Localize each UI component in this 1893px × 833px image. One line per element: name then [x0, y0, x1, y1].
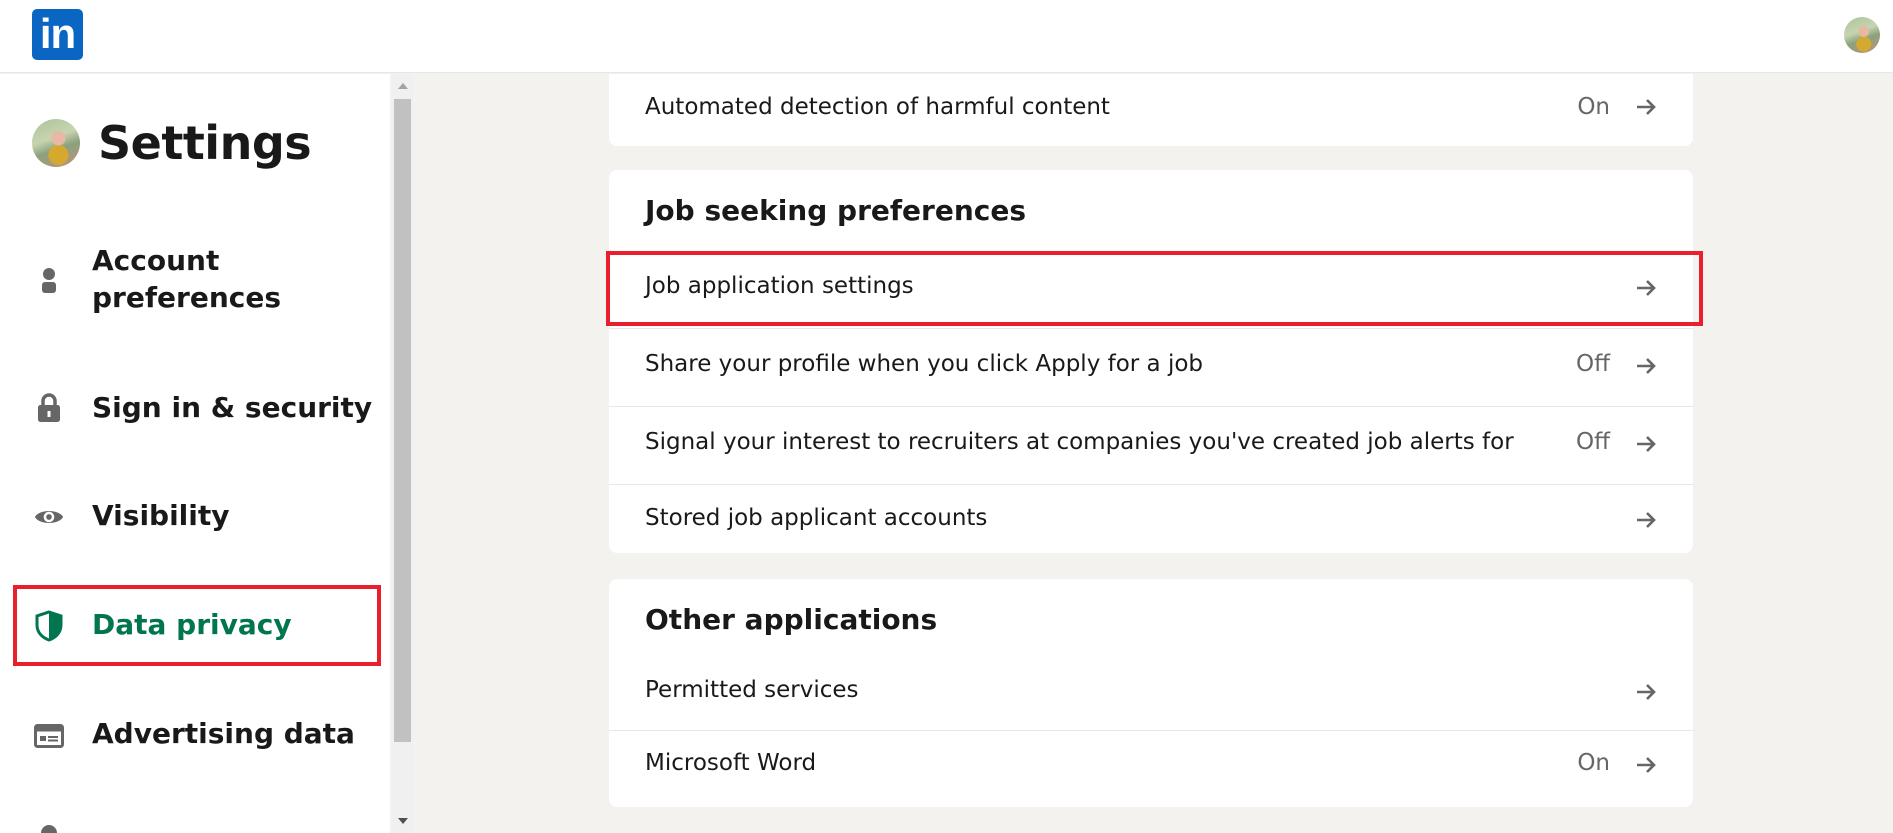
arrow-right-icon [1637, 512, 1656, 528]
row-status: On [1577, 94, 1610, 120]
card-top: Automated detection of harmful content O… [609, 74, 1693, 146]
ad-card-icon [34, 721, 64, 751]
row-label: Signal your interest to recruiters at co… [645, 429, 1514, 455]
row-signal-interest-recruiters[interactable]: Signal your interest to recruiters at co… [609, 406, 1693, 484]
arrow-right-icon [1637, 99, 1656, 115]
sidebar-item-label: Data privacy [92, 608, 292, 641]
person-icon [34, 266, 64, 296]
row-microsoft-word[interactable]: Microsoft Word On [609, 730, 1693, 807]
scrollbar-thumb[interactable] [394, 99, 411, 742]
row-permitted-services[interactable]: Permitted services [609, 659, 1693, 730]
row-label: Job application settings [645, 273, 914, 299]
row-share-profile-apply[interactable]: Share your profile when you click Apply … [609, 328, 1693, 406]
settings-sidebar: Settings Account preferences Sign in & s… [0, 74, 390, 833]
card-other-applications: Other applications Permitted services Mi… [609, 579, 1693, 807]
arrow-right-icon [1637, 280, 1656, 296]
row-label: Automated detection of harmful content [645, 94, 1110, 120]
arrow-right-icon [1637, 358, 1656, 374]
row-status: On [1577, 750, 1610, 776]
sidebar-item-account-preferences[interactable]: Account preferences [0, 242, 390, 322]
row-label: Permitted services [645, 677, 859, 703]
row-automated-detection[interactable]: Automated detection of harmful content O… [609, 74, 1693, 146]
sidebar-item-label: Sign in & security [92, 391, 373, 424]
triangle-down-icon [397, 818, 408, 824]
page-title: Settings [98, 116, 312, 170]
sidebar-item-advertising-data[interactable]: Advertising data [0, 715, 390, 755]
sidebar-item-label: Advertising data [92, 717, 355, 750]
sidebar-item-label: Visibility [92, 499, 230, 532]
row-status: Off [1576, 429, 1610, 455]
row-status: Off [1576, 351, 1610, 377]
card-job-seeking-preferences: Job seeking preferences Job application … [609, 170, 1693, 553]
arrow-right-icon [1637, 436, 1656, 452]
scroll-down-button[interactable] [392, 809, 413, 833]
arrow-right-icon [1637, 684, 1656, 700]
arrow-right-icon [1637, 757, 1656, 773]
shield-icon [34, 610, 64, 642]
row-label: Share your profile when you click Apply … [645, 351, 1204, 377]
top-header: in [0, 0, 1893, 73]
settings-header: Settings [32, 116, 312, 170]
row-label: Stored job applicant accounts [645, 505, 988, 531]
sidebar-item-visibility[interactable]: Visibility [0, 497, 390, 537]
scroll-up-button[interactable] [392, 74, 413, 98]
header-avatar[interactable] [1844, 17, 1880, 53]
settings-avatar [32, 119, 80, 167]
sidebar-item-sign-in-security[interactable]: Sign in & security [0, 389, 390, 429]
eye-icon [34, 502, 64, 532]
sidebar-item-label: Account [92, 244, 220, 277]
sidebar-scrollbar[interactable] [392, 74, 413, 833]
row-label: Microsoft Word [645, 750, 817, 776]
row-stored-job-applicant-accounts[interactable]: Stored job applicant accounts [609, 484, 1693, 553]
next-item-icon [41, 825, 57, 833]
card-heading: Job seeking preferences [645, 194, 1027, 227]
sidebar-item-data-privacy[interactable]: Data privacy [0, 606, 390, 646]
row-job-application-settings[interactable]: Job application settings [609, 250, 1693, 328]
linkedin-logo-icon[interactable]: in [32, 9, 83, 60]
lock-icon [34, 393, 64, 423]
triangle-up-icon [397, 83, 408, 89]
card-heading: Other applications [645, 603, 938, 636]
sidebar-item-label: preferences [92, 281, 281, 314]
